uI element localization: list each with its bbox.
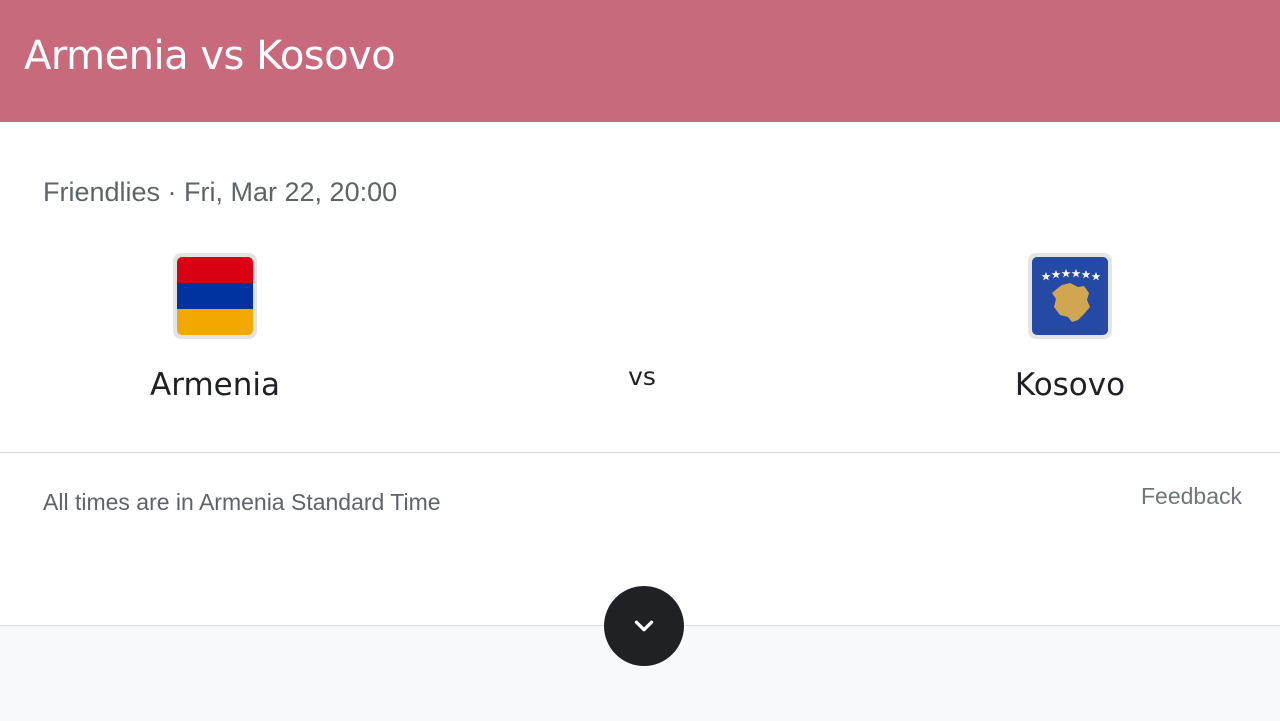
timezone-note: All times are in Armenia Standard Time bbox=[43, 489, 441, 515]
page-title: Armenia vs Kosovo bbox=[24, 33, 396, 79]
home-team-name: Armenia bbox=[150, 367, 280, 403]
home-team-flag-frame bbox=[173, 253, 257, 339]
header-bar: Armenia vs Kosovo bbox=[0, 0, 1280, 122]
away-team-name: Kosovo bbox=[1014, 367, 1126, 403]
away-team-flag-frame bbox=[1028, 253, 1112, 339]
away-team[interactable]: Kosovo bbox=[960, 253, 1180, 403]
match-info: Friendlies · Fri, Mar 22, 20:00 bbox=[43, 177, 398, 207]
kosovo-flag-icon bbox=[1032, 257, 1108, 335]
vs-label: vs bbox=[628, 362, 656, 391]
armenia-flag-icon bbox=[177, 257, 253, 335]
expand-button[interactable] bbox=[604, 586, 684, 666]
section-divider bbox=[0, 452, 1280, 453]
chevron-down-icon bbox=[634, 620, 654, 632]
home-team[interactable]: Armenia bbox=[105, 253, 325, 403]
feedback-link[interactable]: Feedback bbox=[1141, 482, 1242, 510]
